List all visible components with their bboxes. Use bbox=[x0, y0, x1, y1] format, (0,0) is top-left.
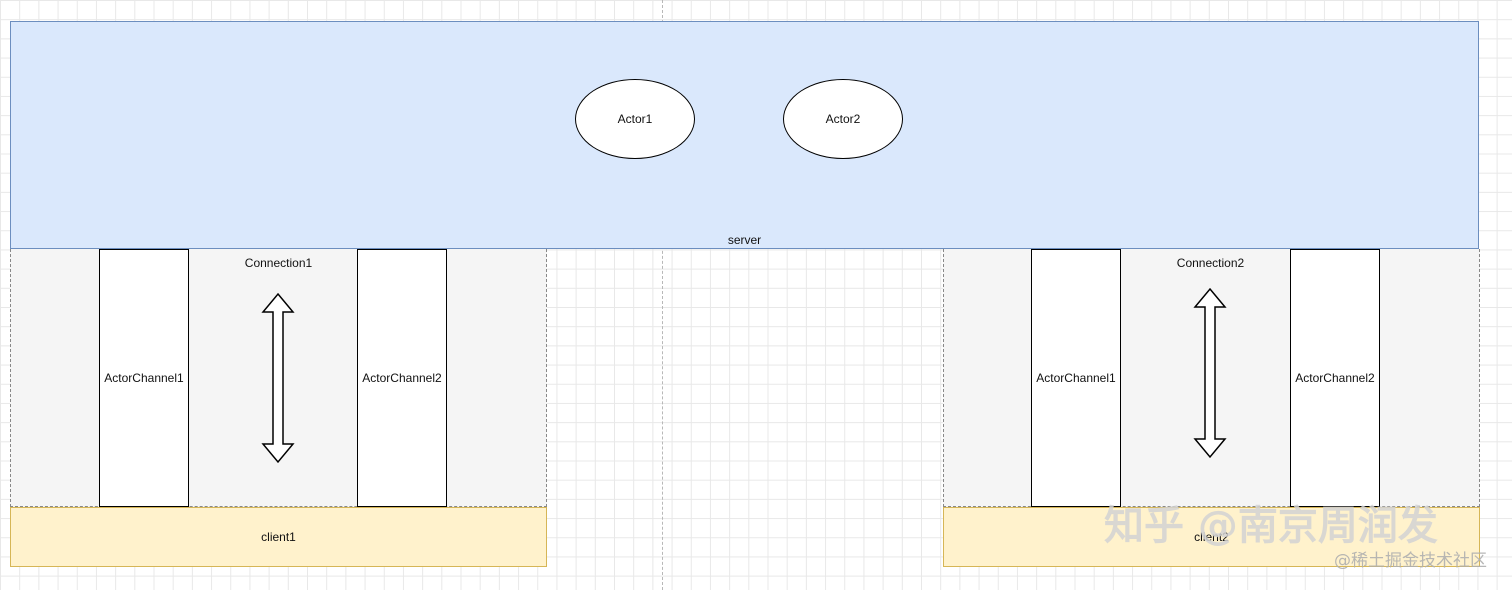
connection2-actorchannel2-label: ActorChannel2 bbox=[1295, 371, 1375, 385]
connection2-actorchannel1-label: ActorChannel1 bbox=[1036, 371, 1116, 385]
connection2-double-arrow-shape bbox=[1193, 287, 1227, 459]
connection2-label: Connection2 bbox=[1176, 256, 1245, 270]
zhihu-watermark: 知乎 @南京周润发 bbox=[1104, 503, 1438, 549]
client1-label: client1 bbox=[261, 530, 296, 544]
connection1-double-arrow[interactable] bbox=[259, 292, 297, 464]
connection1-actorchannel1-label: ActorChannel1 bbox=[104, 371, 184, 385]
juejin-watermark: @稀土掘金技术社区 bbox=[1334, 551, 1487, 571]
actor1-label: Actor1 bbox=[617, 112, 653, 126]
actor2-node[interactable]: Actor2 bbox=[783, 79, 903, 159]
connection1-actorchannel2-label: ActorChannel2 bbox=[362, 371, 442, 385]
actor1-node[interactable]: Actor1 bbox=[575, 79, 695, 159]
client1-container[interactable]: client1 bbox=[10, 507, 547, 567]
connection1-double-arrow-shape bbox=[261, 292, 295, 464]
connection2-actorchannel1[interactable]: ActorChannel1 bbox=[1031, 249, 1121, 507]
connection2-actorchannel2[interactable]: ActorChannel2 bbox=[1290, 249, 1380, 507]
actor2-label: Actor2 bbox=[825, 112, 861, 126]
server-label: server bbox=[727, 233, 762, 247]
connection1-label: Connection1 bbox=[244, 256, 313, 270]
server-container[interactable] bbox=[10, 21, 1479, 249]
connection1-actorchannel2[interactable]: ActorChannel2 bbox=[357, 249, 447, 507]
connection1-actorchannel1[interactable]: ActorChannel1 bbox=[99, 249, 189, 507]
connection2-double-arrow[interactable] bbox=[1191, 287, 1229, 459]
